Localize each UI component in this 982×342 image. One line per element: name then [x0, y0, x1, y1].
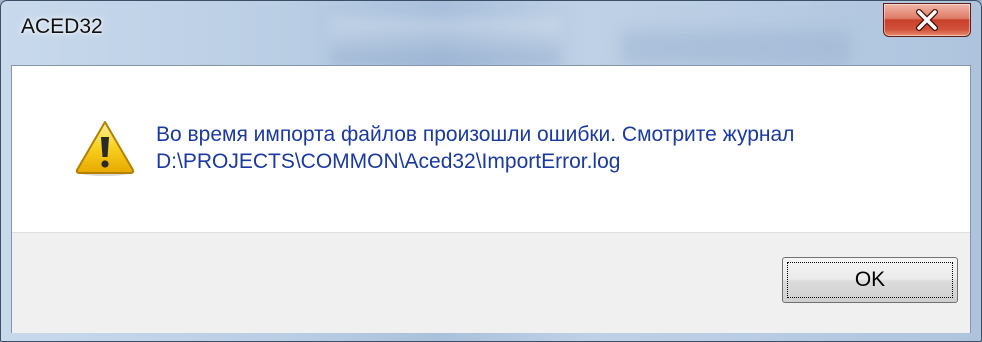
message-line: Во время импорта файлов произошли ошибки… [156, 123, 795, 146]
close-icon [884, 4, 970, 36]
dialog-content: Во время импорта файлов произошли ошибки… [11, 65, 971, 333]
button-area: OK [12, 232, 970, 333]
ok-button-label: OK [854, 268, 886, 291]
ok-button[interactable]: OK [782, 257, 958, 303]
message-area: Во время импорта файлов произошли ошибки… [12, 66, 970, 232]
warning-icon [74, 119, 136, 177]
window-title: ACED32 [21, 15, 103, 38]
title-bar[interactable]: ACED32 [1, 1, 981, 65]
close-button[interactable] [883, 3, 971, 37]
titlebar-glass-blur [621, 31, 851, 65]
titlebar-glass-blur [331, 19, 561, 65]
log-path: D:\PROJECTS\COMMON\Aced32\ImportError.lo… [156, 150, 621, 173]
dialog-window: ACED32 Во время импорта файлов произошли… [0, 0, 982, 342]
message-text: Во время импорта файлов произошли ошибки… [156, 121, 794, 175]
